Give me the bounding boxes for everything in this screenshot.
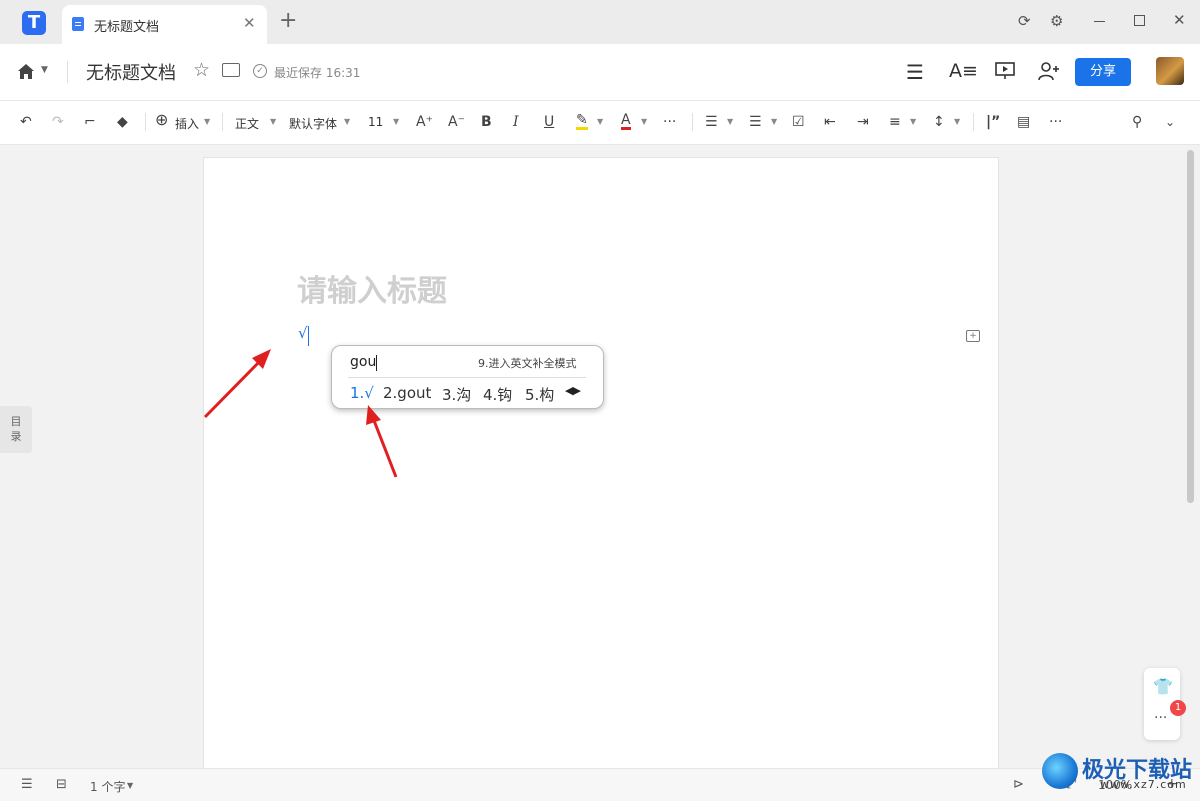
watermark-url: www.xz7.com [1100, 778, 1187, 791]
watermark-logo [1042, 753, 1078, 789]
skin-icon[interactable]: 👕 [1153, 677, 1173, 696]
word-count[interactable]: 1 个字 [90, 778, 125, 795]
arrowhead [366, 405, 381, 425]
toc-label: 目 [10, 415, 22, 428]
toc-tab[interactable]: 目 录 [0, 406, 32, 453]
page-view-icon[interactable]: ⊟ [56, 777, 67, 792]
annotation-arrow [203, 356, 265, 419]
chevron-down-icon[interactable]: ▼ [127, 781, 133, 790]
outline-icon[interactable]: ☰ [21, 777, 33, 792]
more-icon[interactable]: ··· [1154, 710, 1167, 726]
play-icon[interactable]: ⊳ [1013, 777, 1024, 792]
status-bar: ☰ ⊟ 1 个字 ▼ ⊳ ⤢ 100% + [0, 768, 1200, 801]
annotation-arrows [203, 349, 398, 478]
scrollbar[interactable] [1187, 150, 1194, 503]
notification-badge: 1 [1170, 700, 1186, 716]
annotation-arrow [371, 417, 398, 478]
toc-label: 录 [10, 430, 22, 443]
